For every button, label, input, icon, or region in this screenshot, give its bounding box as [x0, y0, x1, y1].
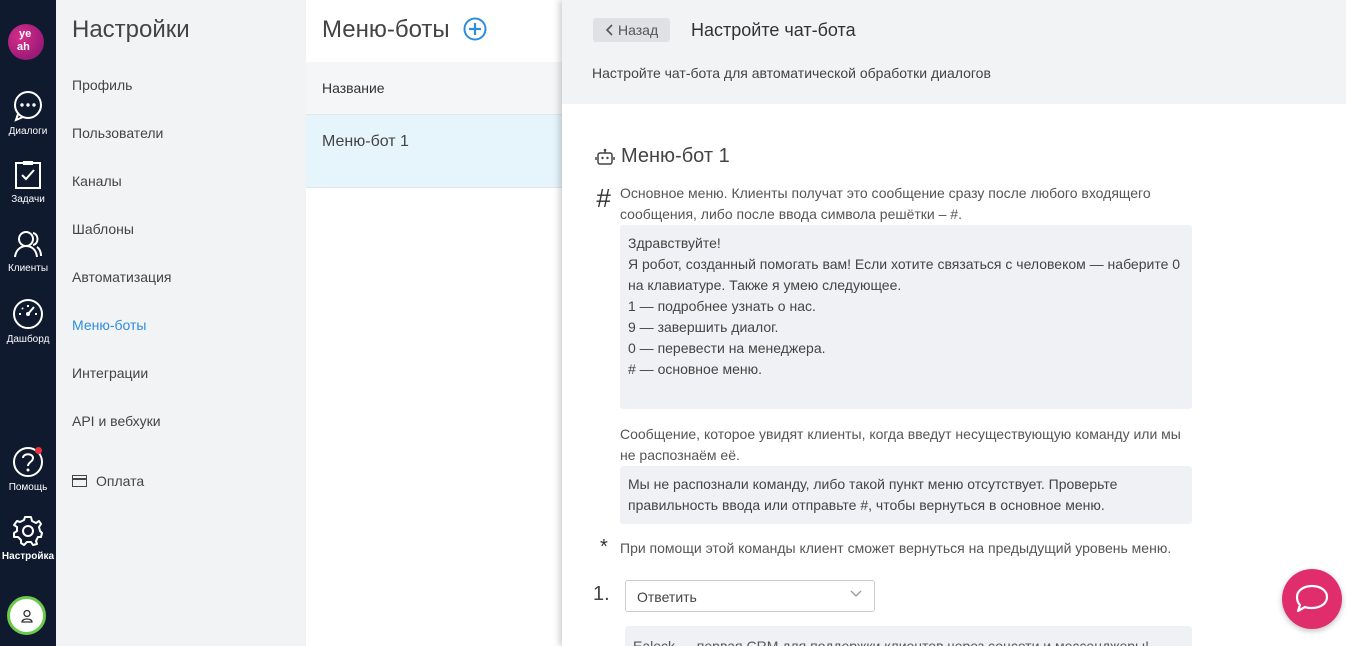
- user-icon: [20, 609, 33, 623]
- settings-sidebar: Настройки Профиль Пользователи Каналы Ша…: [56, 0, 306, 646]
- rail-label: Диалоги: [8, 126, 48, 137]
- back-button[interactable]: Назад: [593, 18, 670, 42]
- rail-item-settings[interactable]: Настройка: [0, 515, 56, 562]
- rail-item-dashboard[interactable]: Дашборд: [0, 298, 56, 345]
- app-rail: ye ah Диалоги Задачи Клиенты Дашборд Пом…: [0, 0, 56, 646]
- payment-label: Оплата: [96, 473, 145, 489]
- robot-icon: [595, 148, 615, 165]
- settings-item-automation[interactable]: Автоматизация: [72, 269, 171, 285]
- settings-item-payment[interactable]: Оплата: [72, 473, 144, 489]
- settings-item-templates[interactable]: Шаблоны: [72, 221, 134, 237]
- rail-label: Задачи: [11, 194, 45, 205]
- rail-label: Настройка: [1, 551, 55, 562]
- users-icon: [14, 231, 42, 258]
- menu-item-number: 1.: [593, 583, 610, 605]
- rail-label: Помощь: [8, 482, 48, 493]
- bot-name: Меню-бот 1: [621, 145, 730, 167]
- back-label: Назад: [618, 22, 659, 38]
- select-value: Ответить: [637, 589, 697, 605]
- chevron-down-icon: [850, 590, 862, 597]
- panel-header: Назад Настройте чат-бота Настройте чат-б…: [562, 0, 1346, 104]
- app-logo[interactable]: ye ah: [8, 24, 44, 60]
- list-item[interactable]: Меню-бот 1: [306, 115, 562, 188]
- rail-item-help[interactable]: Помощь: [0, 446, 56, 493]
- settings-title: Настройки: [72, 16, 190, 43]
- unknown-command-description: Сообщение, которое увидят клиенты, когда…: [620, 426, 1181, 463]
- main-menu-description: Основное меню. Клиенты получат это сообщ…: [620, 185, 1151, 222]
- avatar[interactable]: [7, 596, 46, 635]
- rail-item-clients[interactable]: Клиенты: [0, 229, 56, 274]
- chat-widget-button[interactable]: [1282, 569, 1342, 629]
- unknown-command-textarea[interactable]: Мы не распознали команду, либо такой пун…: [620, 466, 1192, 524]
- gear-icon: [13, 516, 43, 546]
- settings-item-menu-bots[interactable]: Меню-боты: [72, 317, 146, 333]
- bot-config-panel: Назад Настройте чат-бота Настройте чат-б…: [562, 0, 1346, 646]
- settings-item-api-webhooks[interactable]: API и вебхуки: [72, 413, 161, 429]
- panel-subtitle: Настройте чат-бота для автоматической об…: [592, 65, 991, 81]
- panel-title: Настройте чат-бота: [691, 20, 856, 40]
- settings-item-channels[interactable]: Каналы: [72, 173, 122, 189]
- settings-item-integrations[interactable]: Интеграции: [72, 365, 148, 381]
- add-bot-icon[interactable]: [463, 17, 487, 41]
- hash-symbol: #: [596, 183, 611, 213]
- bots-list: Меню-боты Название Меню-бот 1: [306, 0, 562, 646]
- rail-item-tasks[interactable]: Задачи: [0, 160, 56, 205]
- settings-item-profile[interactable]: Профиль: [72, 77, 132, 93]
- chat-bubble-icon: [14, 91, 42, 122]
- column-header-name[interactable]: Название: [306, 62, 562, 115]
- card-icon: [72, 475, 87, 487]
- rail-item-dialogs[interactable]: Диалоги: [0, 90, 56, 137]
- menu-item-action-select[interactable]: Ответить: [625, 580, 875, 612]
- settings-item-users[interactable]: Пользователи: [72, 125, 163, 141]
- chat-bubble-icon: [1295, 584, 1329, 613]
- bots-title: Меню-боты: [322, 16, 450, 43]
- menu-item-textarea[interactable]: Ealeck — первая CRM для поддержки клиент…: [625, 626, 1192, 646]
- notification-dot: [35, 447, 42, 454]
- bot-name-heading: Меню-бот 1: [595, 145, 730, 168]
- star-symbol: *: [600, 536, 608, 558]
- rail-label: Дашборд: [6, 334, 50, 345]
- speedometer-icon: [13, 299, 43, 329]
- chevron-left-icon: [605, 24, 613, 36]
- task-clipboard-icon: [15, 161, 41, 189]
- main-menu-textarea[interactable]: Здравствуйте! Я робот, созданный помогат…: [620, 225, 1192, 409]
- rail-label: Клиенты: [7, 263, 49, 274]
- back-command-description: При помощи этой команды клиент сможет ве…: [620, 540, 1172, 556]
